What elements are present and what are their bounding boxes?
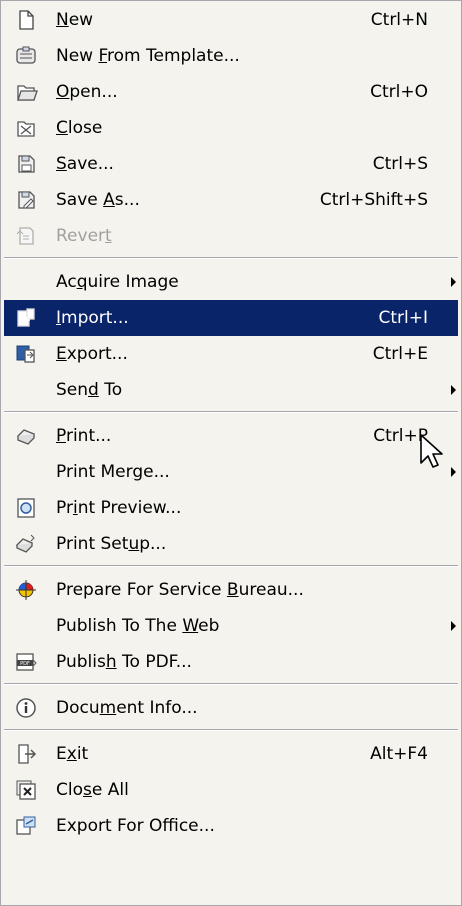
menu-item-label: Prepare For Service Bureau... xyxy=(56,580,304,600)
revert-icon xyxy=(14,224,38,248)
menu-item-label: Save... xyxy=(56,154,114,174)
menu-item-open[interactable]: Open... Ctrl+O xyxy=(4,74,458,110)
menu-item-label: Exit xyxy=(56,744,89,764)
menu-item-save-as[interactable]: Save As... Ctrl+Shift+S xyxy=(4,182,458,218)
file-menu: New Ctrl+N New From Template... Open... … xyxy=(0,0,462,906)
menu-item-label: Send To xyxy=(56,380,123,400)
menu-item-print[interactable]: Print... Ctrl+P xyxy=(4,418,458,454)
menu-item-shortcut: Ctrl+Shift+S xyxy=(319,190,428,210)
print-preview-icon xyxy=(14,496,38,520)
menu-item-print-setup[interactable]: Print Setup... xyxy=(4,526,458,562)
menu-item-shortcut: Ctrl+I xyxy=(378,308,428,328)
menu-item-label: Document Info... xyxy=(56,698,198,718)
menu-separator xyxy=(4,683,458,686)
menu-item-export-for-office[interactable]: Export For Office... xyxy=(4,808,458,844)
menu-item-label: Import... xyxy=(56,308,129,328)
pdf-icon: PDF xyxy=(14,650,38,674)
menu-separator xyxy=(4,565,458,568)
submenu-arrow-icon xyxy=(451,277,456,287)
svg-text:PDF: PDF xyxy=(20,661,30,667)
menu-item-label: Print Setup... xyxy=(56,534,167,554)
exit-icon xyxy=(14,742,38,766)
open-icon xyxy=(14,80,38,104)
menu-item-label: Print... xyxy=(56,426,112,446)
menu-separator xyxy=(4,729,458,732)
menu-item-label: Export For Office... xyxy=(56,816,215,836)
menu-item-revert: Revert xyxy=(4,218,458,254)
menu-item-save[interactable]: Save... Ctrl+S xyxy=(4,146,458,182)
menu-item-import[interactable]: Import... Ctrl+I xyxy=(4,300,458,336)
submenu-arrow-icon xyxy=(451,621,456,631)
template-icon xyxy=(14,44,38,68)
menu-item-shortcut: Ctrl+N xyxy=(370,10,428,30)
menu-separator xyxy=(4,257,458,260)
submenu-arrow-icon xyxy=(451,467,456,477)
menu-item-label: Close xyxy=(56,118,103,138)
export-office-icon xyxy=(14,814,38,838)
close-document-icon xyxy=(14,116,38,140)
menu-item-prepare-service-bureau[interactable]: Prepare For Service Bureau... xyxy=(4,572,458,608)
menu-item-label: Revert xyxy=(56,226,112,246)
print-setup-icon xyxy=(14,532,38,556)
menu-item-acquire-image[interactable]: Acquire Image xyxy=(4,264,458,300)
menu-item-shortcut: Ctrl+E xyxy=(372,344,428,364)
menu-item-print-preview[interactable]: Print Preview... xyxy=(4,490,458,526)
menu-item-label: Close All xyxy=(56,780,129,800)
menu-item-label: Export... xyxy=(56,344,128,364)
menu-item-new-from-template[interactable]: New From Template... xyxy=(4,38,458,74)
menu-item-label: Print Merge... xyxy=(56,462,170,482)
menu-item-label: Publish To The Web xyxy=(56,616,220,636)
menu-item-shortcut: Ctrl+O xyxy=(370,82,428,102)
submenu-arrow-icon xyxy=(451,385,456,395)
menu-item-exit[interactable]: Exit Alt+F4 xyxy=(4,736,458,772)
close-all-icon xyxy=(14,778,38,802)
save-as-icon xyxy=(14,188,38,212)
menu-item-send-to[interactable]: Send To xyxy=(4,372,458,408)
menu-item-label: New xyxy=(56,10,94,30)
menu-item-export[interactable]: Export... Ctrl+E xyxy=(4,336,458,372)
new-document-icon xyxy=(14,8,38,32)
import-icon xyxy=(14,306,38,330)
menu-item-shortcut: Ctrl+S xyxy=(372,154,428,174)
menu-separator xyxy=(4,411,458,414)
menu-item-label: Print Preview... xyxy=(56,498,182,518)
menu-item-label: Publish To PDF... xyxy=(56,652,192,672)
mouse-cursor-icon xyxy=(419,433,445,471)
service-bureau-icon xyxy=(14,578,38,602)
menu-item-close-all[interactable]: Close All xyxy=(4,772,458,808)
menu-item-print-merge[interactable]: Print Merge... xyxy=(4,454,458,490)
menu-item-shortcut: Alt+F4 xyxy=(370,744,428,764)
menu-item-publish-web[interactable]: Publish To The Web xyxy=(4,608,458,644)
menu-item-new[interactable]: New Ctrl+N xyxy=(4,2,458,38)
menu-item-label: Acquire Image xyxy=(56,272,179,292)
menu-item-publish-pdf[interactable]: PDF Publish To PDF... xyxy=(4,644,458,680)
print-icon xyxy=(14,424,38,448)
info-icon xyxy=(14,696,38,720)
export-icon xyxy=(14,342,38,366)
menu-item-label: Save As... xyxy=(56,190,140,210)
save-icon xyxy=(14,152,38,176)
menu-item-document-info[interactable]: Document Info... xyxy=(4,690,458,726)
menu-item-label: New From Template... xyxy=(56,46,240,66)
menu-item-label: Open... xyxy=(56,82,118,102)
menu-item-close[interactable]: Close xyxy=(4,110,458,146)
